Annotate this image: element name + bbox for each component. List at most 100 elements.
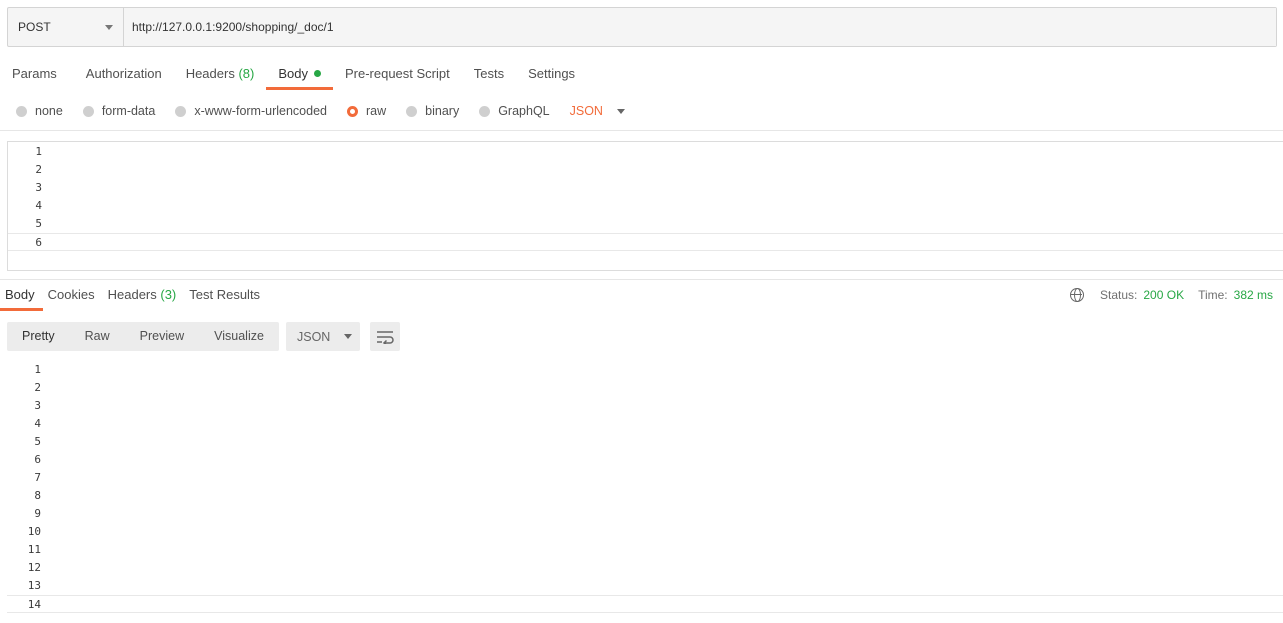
radio-label: raw [366, 104, 387, 118]
radio-label: none [35, 104, 63, 118]
line-number: 3 [34, 399, 41, 412]
tab-label: Cookies [47, 287, 95, 302]
code-line: 6 [7, 451, 1283, 469]
code-line: 3 [7, 397, 1283, 415]
code-line: 5 [8, 215, 1283, 233]
tab-headers[interactable]: Headers (8) [174, 60, 267, 90]
radio-circle-icon [16, 105, 27, 117]
wrap-lines-icon [377, 330, 394, 344]
line-number: 8 [34, 489, 41, 502]
code-line: 4 [8, 197, 1283, 215]
line-number: 9 [34, 507, 41, 520]
tab-label: Headers [185, 66, 235, 81]
tab-label: Body [278, 66, 308, 81]
tab-count: (8) [234, 66, 255, 81]
divider [0, 130, 1283, 131]
radio-x-www-form-urlencoded[interactable]: x-www-form-urlencoded [175, 104, 327, 118]
code-line: 5 [7, 433, 1283, 451]
time-value[interactable]: 382 ms [1234, 288, 1273, 302]
format-label: JSON [297, 329, 331, 344]
radio-none[interactable]: none [16, 104, 63, 118]
code-line: 1 [7, 361, 1283, 379]
tab-count: (3) [156, 287, 177, 302]
line-number: 13 [27, 579, 41, 592]
wrap-lines-button[interactable] [370, 322, 400, 351]
tab-label: Tests [473, 66, 505, 81]
code-line: 9 [7, 505, 1283, 523]
code-line: 4 [7, 415, 1283, 433]
code-line: 13 [7, 577, 1283, 595]
method-select[interactable]: POST [8, 8, 124, 46]
code-line: 6 [8, 233, 1283, 251]
view-raw[interactable]: Raw [70, 322, 125, 351]
line-number: 2 [34, 381, 41, 394]
view-visualize[interactable]: Visualize [199, 322, 279, 351]
tab-label: Pre-request Script [344, 66, 450, 81]
tab-label: Headers [107, 287, 157, 302]
format-select[interactable]: JSON [286, 322, 360, 351]
view-preview[interactable]: Preview [125, 322, 199, 351]
request-bar: POST http://127.0.0.1:9200/shopping/_doc… [7, 7, 1277, 47]
tab-label: Test Results [189, 287, 261, 302]
code-line: 14 [7, 595, 1283, 613]
radio-binary[interactable]: binary [406, 104, 459, 118]
code-line: 7 [7, 469, 1283, 487]
method-label: POST [18, 20, 51, 34]
radio-circle-icon [82, 105, 94, 117]
response-body-viewer[interactable]: 1 2 3 4 5 6 7 8 9 10 11 12 13 14 [7, 361, 1283, 616]
line-number: 12 [27, 561, 41, 574]
line-number: 6 [35, 236, 42, 249]
code-line: 3 [8, 179, 1283, 197]
language-select[interactable]: JSON [570, 104, 625, 118]
radio-label: form-data [101, 104, 156, 118]
radio-graphql[interactable]: GraphQL [479, 104, 550, 118]
view-mode-group: Pretty Raw Preview Visualize [7, 322, 279, 351]
line-number: 11 [27, 543, 41, 556]
tab-label: Settings [528, 66, 576, 81]
radio-label: x-www-form-urlencoded [194, 104, 327, 118]
status-value[interactable]: 200 OK [1143, 288, 1184, 302]
line-number: 1 [34, 363, 41, 376]
tab-label: Authorization [85, 66, 162, 81]
status-label: Status: [1100, 288, 1138, 302]
code-line: 1 [8, 143, 1283, 161]
response-tab-headers[interactable]: Headers (3) [103, 283, 185, 311]
code-line: 2 [8, 161, 1283, 179]
chevron-down-icon [105, 25, 113, 30]
tab-label: Params [12, 66, 57, 81]
tab-settings[interactable]: Settings [516, 60, 587, 90]
modified-dot-icon [313, 70, 321, 77]
response-status-bar: Status: 200 OK Time: 382 ms [1070, 287, 1273, 303]
line-number: 4 [35, 199, 42, 212]
code-line: 2 [7, 379, 1283, 397]
line-number: 4 [34, 417, 41, 430]
tab-authorization[interactable]: Authorization [74, 60, 174, 90]
code-line: 12 [7, 559, 1283, 577]
divider [0, 279, 1283, 280]
tab-pre-request-script[interactable]: Pre-request Script [333, 60, 462, 90]
response-tab-body[interactable]: Body [0, 283, 43, 311]
radio-circle-icon [175, 105, 187, 117]
tab-params[interactable]: Params [0, 60, 74, 90]
radio-circle-icon [479, 105, 491, 117]
line-number: 1 [35, 145, 42, 158]
code-line: 8 [7, 487, 1283, 505]
time-label: Time: [1198, 288, 1228, 302]
line-number: 14 [27, 598, 41, 611]
chevron-down-icon [344, 334, 353, 339]
tab-body[interactable]: Body [266, 60, 333, 90]
chevron-down-icon [616, 108, 625, 114]
request-body-editor[interactable]: 1 2 3 4 5 6 [7, 141, 1283, 271]
radio-circle-icon [347, 105, 358, 117]
view-pretty[interactable]: Pretty [7, 322, 70, 351]
tab-tests[interactable]: Tests [462, 60, 516, 90]
response-tabs: Body Cookies Headers (3) Test Results [0, 283, 268, 311]
line-number: 10 [27, 525, 41, 538]
code-line: 10 [7, 523, 1283, 541]
radio-raw[interactable]: raw [347, 104, 386, 118]
response-tab-cookies[interactable]: Cookies [43, 283, 103, 311]
radio-form-data[interactable]: form-data [82, 104, 156, 118]
globe-icon[interactable] [1070, 288, 1085, 302]
response-tab-test-results[interactable]: Test Results [184, 283, 268, 311]
url-input[interactable]: http://127.0.0.1:9200/shopping/_doc/1 [124, 8, 1276, 46]
